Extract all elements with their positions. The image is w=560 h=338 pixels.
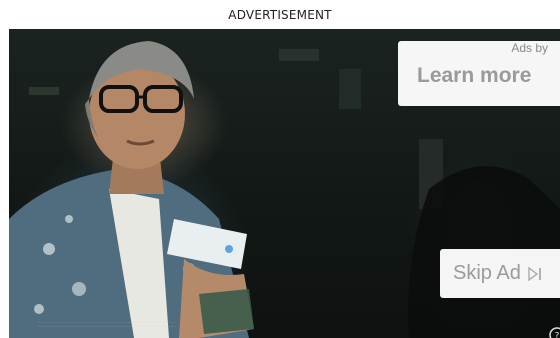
ads-by-label: Ads by (511, 41, 548, 55)
info-icon[interactable]: ? (548, 326, 560, 338)
skip-ad-button[interactable]: Skip Ad (440, 249, 560, 298)
svg-text:?: ? (555, 332, 560, 338)
skip-ad-label: Skip Ad (453, 262, 521, 284)
advertisement-label: ADVERTISEMENT (228, 7, 332, 22)
learn-more-label: Learn more (417, 64, 532, 87)
disclaimer-text: ........................................… (37, 320, 178, 328)
skip-next-icon (528, 266, 542, 281)
learn-more-button[interactable]: Ads by Learn more (398, 41, 560, 106)
video-player[interactable]: ........................................… (9, 29, 560, 338)
